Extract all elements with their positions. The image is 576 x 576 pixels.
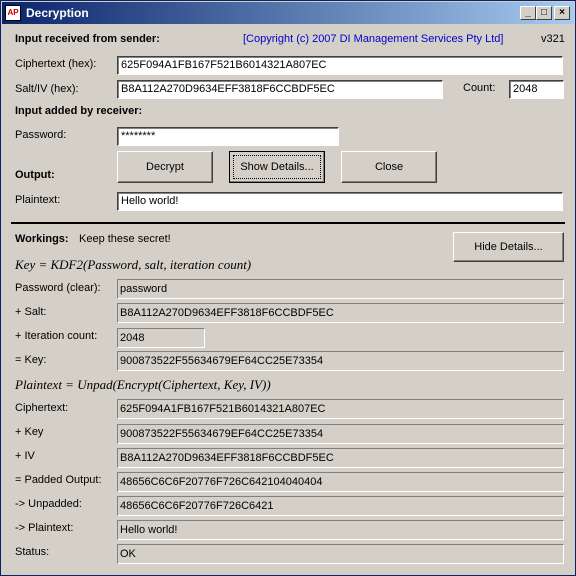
password-label: Password:	[15, 129, 67, 141]
sender-section-title: Input received from sender:	[15, 33, 160, 45]
password-clear-value: password	[117, 279, 564, 299]
padded-value: 48656C6C6F20776F726C642104040404	[117, 472, 564, 492]
title-bar[interactable]: AP Decryption _ □ ×	[2, 2, 574, 24]
salt-input[interactable]: B8A112A270D9634EFF3818F6CCBDF5EC	[117, 80, 443, 99]
plaintext-output[interactable]: Hello world!	[117, 192, 563, 211]
receiver-section-title: Input added by receiver:	[15, 105, 143, 117]
iv-value: B8A112A270D9634EFF3818F6CCBDF5EC	[117, 448, 564, 468]
status-label: Status:	[15, 546, 50, 558]
focus-rect	[233, 155, 321, 179]
output-label: Output:	[15, 169, 55, 181]
padded-label: = Padded Output:	[15, 474, 102, 486]
close-button[interactable]: Close	[341, 151, 437, 183]
ciphertext-label: Ciphertext (hex):	[15, 58, 97, 70]
plaintext-label: Plaintext:	[15, 194, 61, 206]
status-value: OK	[117, 544, 564, 564]
decrypt-formula: Plaintext = Unpad(Encrypt(Ciphertext, Ke…	[15, 377, 271, 392]
iteration-value: 2048	[117, 328, 205, 348]
close-window-button[interactable]: ×	[554, 6, 570, 20]
plus-key-value: 900873522F55634679EF64CC25E73354	[117, 424, 564, 444]
key-value: 900873522F55634679EF64CC25E73354	[117, 351, 564, 371]
maximize-button[interactable]: □	[536, 6, 552, 20]
ciphertext-working-value: 625F094A1FB167F521B6014321A807EC	[117, 399, 564, 419]
ciphertext-working-label: Ciphertext:	[15, 402, 69, 414]
unpadded-value: 48656C6C6F20776F726C6421	[117, 496, 564, 516]
count-input[interactable]: 2048	[509, 80, 564, 99]
minimize-button[interactable]: _	[520, 6, 536, 20]
password-input[interactable]: ********	[117, 127, 339, 146]
copyright-link[interactable]: [Copyright (c) 2007 DI Management Servic…	[243, 33, 503, 45]
plaintext-working-label: -> Plaintext:	[15, 522, 74, 534]
show-details-button[interactable]: Show Details...	[229, 151, 325, 183]
version-label: v321	[541, 33, 565, 45]
salt-label: Salt/IV (hex):	[15, 83, 79, 95]
workings-note: Keep these secret!	[79, 233, 171, 245]
decryption-window: AP Decryption _ □ × Input received from …	[0, 0, 576, 576]
count-label: Count:	[463, 82, 496, 94]
salt-working-value: B8A112A270D9634EFF3818F6CCBDF5EC	[117, 303, 564, 323]
kdf-formula: Key = KDF2(Password, salt, iteration cou…	[15, 257, 252, 272]
window-title: Decryption	[26, 6, 89, 20]
ciphertext-input[interactable]: 625F094A1FB167F521B6014321A807EC	[117, 56, 563, 75]
plus-key-label: + Key	[15, 426, 44, 438]
section-separator	[11, 222, 565, 224]
app-icon: AP	[5, 5, 21, 21]
decrypt-button[interactable]: Decrypt	[117, 151, 213, 183]
key-label: = Key:	[15, 354, 47, 366]
password-clear-label: Password (clear):	[15, 282, 101, 294]
salt-working-label: + Salt:	[15, 306, 47, 318]
workings-label: Workings:	[15, 233, 69, 245]
iv-label: + IV	[15, 450, 35, 462]
iteration-label: + Iteration count:	[15, 330, 98, 342]
plaintext-working-value: Hello world!	[117, 520, 564, 540]
hide-details-button[interactable]: Hide Details...	[453, 232, 564, 262]
unpadded-label: -> Unpadded:	[15, 498, 82, 510]
